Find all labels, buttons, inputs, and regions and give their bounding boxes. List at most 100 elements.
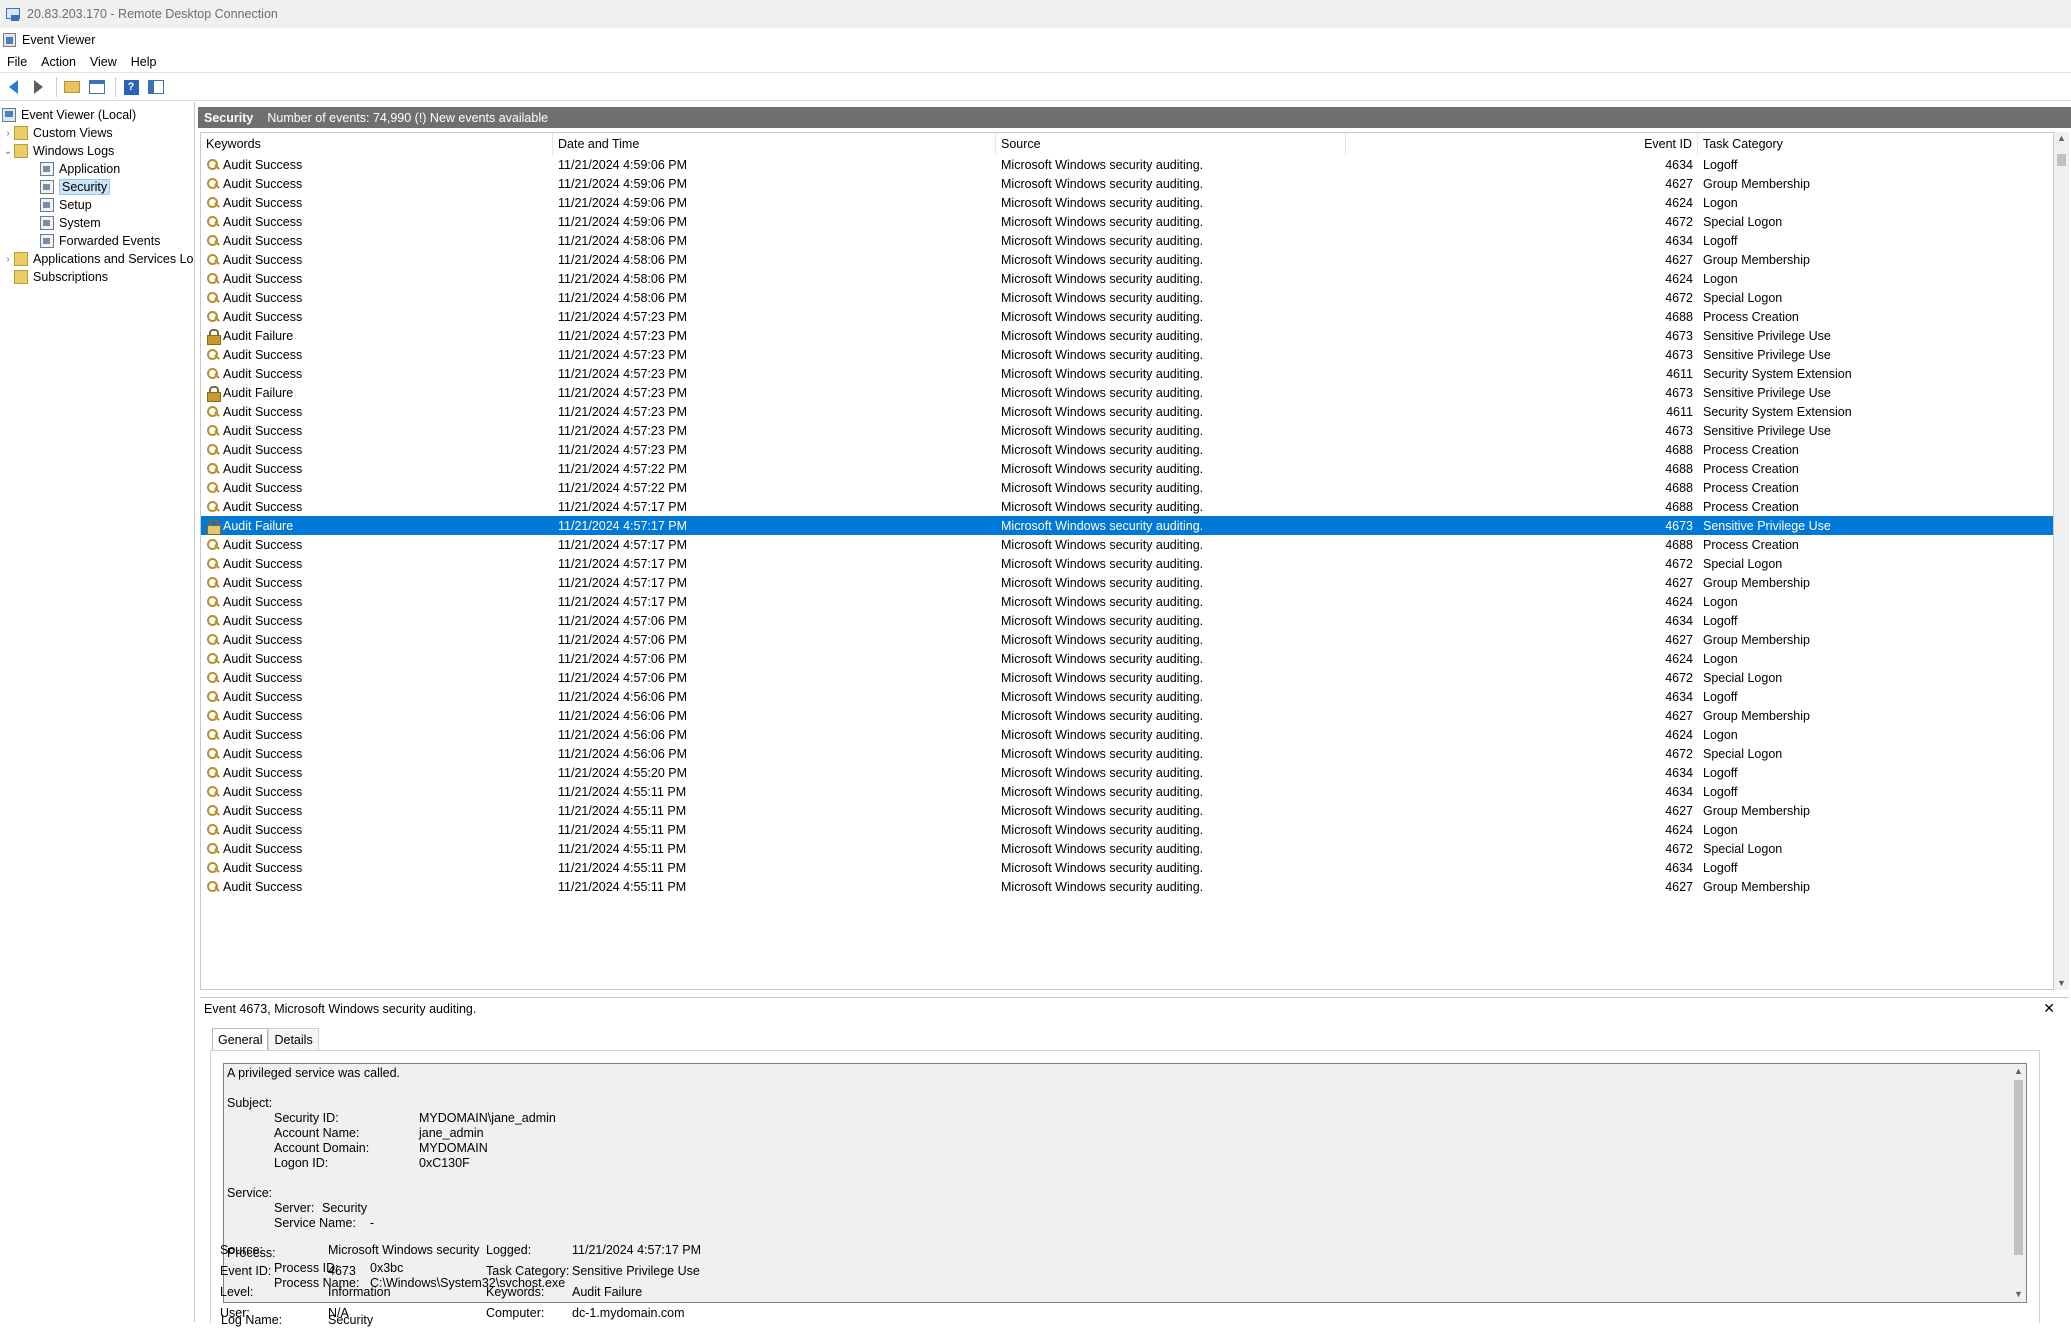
- table-row[interactable]: Audit Success 11/21/2024 4:58:06 PM Micros…: [201, 250, 2053, 269]
- table-row[interactable]: Audit Success 11/21/2024 4:56:06 PM Micros…: [201, 687, 2053, 706]
- menu-action[interactable]: Action: [34, 55, 83, 69]
- table-row[interactable]: Audit Success 11/21/2024 4:57:06 PM Micros…: [201, 649, 2053, 668]
- table-row[interactable]: Audit Success 11/21/2024 4:55:11 PM Micros…: [201, 839, 2053, 858]
- table-row[interactable]: Audit Success 11/21/2024 4:55:11 PM Micros…: [201, 820, 2053, 839]
- tree-item-subscriptions[interactable]: Subscriptions: [14, 268, 108, 286]
- table-row[interactable]: Audit Success 11/21/2024 4:57:17 PM Micros…: [201, 554, 2053, 573]
- table-row[interactable]: Audit Success 11/21/2024 4:55:11 PM Micros…: [201, 858, 2053, 877]
- keyword-cell-text: Audit Success: [223, 423, 303, 438]
- table-row[interactable]: Audit Success 11/21/2024 4:55:20 PM Micros…: [201, 763, 2053, 782]
- table-row[interactable]: Audit Failure 11/21/2024 4:57:23 PM Micros…: [201, 326, 2053, 345]
- scroll-down-icon[interactable]: ▼: [2014, 1289, 2023, 1299]
- task-category-cell-text: Group Membership: [1703, 252, 1810, 267]
- scroll-up-icon[interactable]: ▲: [2057, 133, 2066, 143]
- show-action-pane-button[interactable]: [145, 76, 167, 98]
- task-category-cell-text: Sensitive Privilege Use: [1703, 518, 1831, 533]
- event-id-cell-text: 4672: [1665, 214, 1693, 229]
- forward-button[interactable]: [27, 76, 49, 98]
- column-header-date-time[interactable]: Date and Time: [553, 133, 996, 155]
- column-header-source[interactable]: Source: [996, 133, 1346, 155]
- table-row[interactable]: Audit Success 11/21/2024 4:55:11 PM Micros…: [201, 782, 2053, 801]
- source-cell-text: Microsoft Windows security auditing.: [1001, 252, 1204, 267]
- chevron-down-icon[interactable]: ⌄: [2, 145, 14, 157]
- table-row[interactable]: Audit Success 11/21/2024 4:57:06 PM Micros…: [201, 630, 2053, 649]
- event-id-cell: 4672: [1346, 839, 1693, 858]
- table-row[interactable]: Audit Success 11/21/2024 4:58:06 PM Micros…: [201, 231, 2053, 250]
- table-row[interactable]: Audit Success 11/21/2024 4:59:06 PM Micros…: [201, 193, 2053, 212]
- table-row[interactable]: Audit Success 11/21/2024 4:59:06 PM Micros…: [201, 212, 2053, 231]
- event-id-cell: 4688: [1346, 307, 1693, 326]
- tree-item-security[interactable]: Security: [40, 178, 111, 196]
- table-row[interactable]: Audit Success 11/21/2024 4:57:23 PM Micros…: [201, 421, 2053, 440]
- event-id-cell: 4688: [1346, 497, 1693, 516]
- column-header-task-category[interactable]: Task Category: [1698, 133, 2053, 155]
- key-icon: [206, 310, 220, 324]
- table-row[interactable]: Audit Success 11/21/2024 4:57:06 PM Micros…: [201, 668, 2053, 687]
- table-row[interactable]: Audit Success 11/21/2024 4:57:17 PM Micros…: [201, 497, 2053, 516]
- table-row[interactable]: Audit Success 11/21/2024 4:56:06 PM Micros…: [201, 706, 2053, 725]
- table-row[interactable]: Audit Success 11/21/2024 4:55:11 PM Micros…: [201, 801, 2053, 820]
- scrollbar-thumb[interactable]: [2014, 1080, 2023, 1255]
- tree-item-application[interactable]: Application: [40, 160, 120, 178]
- event-id-cell-text: 4627: [1665, 176, 1693, 191]
- date-time-cell-text: 11/21/2024 4:59:06 PM: [558, 214, 688, 229]
- tree-item-forwarded-events[interactable]: Forwarded Events: [40, 232, 160, 250]
- table-row[interactable]: Audit Success 11/21/2024 4:57:06 PM Micros…: [201, 611, 2053, 630]
- column-header-event-id[interactable]: Event ID: [1346, 133, 1698, 155]
- date-time-cell: 11/21/2024 4:55:11 PM: [558, 877, 996, 896]
- column-header-keywords[interactable]: Keywords: [201, 133, 553, 155]
- level-value: Information: [328, 1285, 391, 1299]
- source-cell: Microsoft Windows security auditing.: [1001, 744, 1346, 763]
- tab-general[interactable]: General: [212, 1028, 269, 1050]
- menu-file[interactable]: File: [0, 55, 34, 69]
- chevron-right-icon[interactable]: ›: [2, 127, 14, 139]
- task-category-cell: Group Membership: [1703, 250, 2053, 269]
- table-row[interactable]: Audit Success 11/21/2024 4:57:23 PM Micros…: [201, 307, 2053, 326]
- tree-item-setup[interactable]: Setup: [40, 196, 92, 214]
- table-row[interactable]: Audit Success 11/21/2024 4:59:06 PM Micros…: [201, 155, 2053, 174]
- table-row[interactable]: Audit Success 11/21/2024 4:57:22 PM Micros…: [201, 459, 2053, 478]
- table-row[interactable]: Audit Success 11/21/2024 4:58:06 PM Micros…: [201, 288, 2053, 307]
- event-table-scrollbar[interactable]: ▲ ▼: [2054, 132, 2069, 990]
- table-row[interactable]: Audit Success 11/21/2024 4:57:17 PM Micros…: [201, 535, 2053, 554]
- tree-item-applications-and-services[interactable]: › Applications and Services Lo: [2, 250, 194, 268]
- open-folder-button[interactable]: [61, 76, 83, 98]
- table-row[interactable]: Audit Success 11/21/2024 4:57:23 PM Micros…: [201, 364, 2053, 383]
- table-row[interactable]: Audit Success 11/21/2024 4:57:17 PM Micros…: [201, 573, 2053, 592]
- keyword-cell-text: Audit Success: [223, 442, 303, 457]
- table-row[interactable]: Audit Success 11/21/2024 4:57:23 PM Micros…: [201, 402, 2053, 421]
- properties-button[interactable]: [86, 76, 108, 98]
- table-row[interactable]: Audit Success 11/21/2024 4:57:22 PM Micros…: [201, 478, 2053, 497]
- tab-details[interactable]: Details: [268, 1028, 319, 1050]
- description-scrollbar[interactable]: ▲ ▼: [2011, 1064, 2026, 1302]
- table-row[interactable]: Audit Failure 11/21/2024 4:57:17 PM Micros…: [201, 516, 2053, 535]
- scroll-up-icon[interactable]: ▲: [2014, 1066, 2023, 1076]
- table-row[interactable]: Audit Success 11/21/2024 4:56:06 PM Micros…: [201, 725, 2053, 744]
- table-row[interactable]: Audit Success 11/21/2024 4:57:23 PM Micros…: [201, 345, 2053, 364]
- tree-item-custom-views[interactable]: › Custom Views: [2, 124, 113, 142]
- menu-view[interactable]: View: [83, 55, 124, 69]
- table-row[interactable]: Audit Failure 11/21/2024 4:57:23 PM Micros…: [201, 383, 2053, 402]
- event-id-cell: 4673: [1346, 383, 1693, 402]
- menu-help[interactable]: Help: [124, 55, 164, 69]
- table-row[interactable]: Audit Success 11/21/2024 4:57:23 PM Micros…: [201, 440, 2053, 459]
- scroll-down-icon[interactable]: ▼: [2057, 978, 2066, 988]
- scrollbar-thumb[interactable]: [2057, 154, 2066, 166]
- help-button[interactable]: ?: [120, 76, 142, 98]
- date-time-cell: 11/21/2024 4:57:06 PM: [558, 649, 996, 668]
- close-icon[interactable]: ✕: [2043, 1000, 2055, 1017]
- back-button[interactable]: [2, 76, 24, 98]
- key-icon: [206, 842, 220, 856]
- table-row[interactable]: Audit Success 11/21/2024 4:56:06 PM Micros…: [201, 744, 2053, 763]
- table-row[interactable]: Audit Success 11/21/2024 4:58:06 PM Micros…: [201, 269, 2053, 288]
- date-time-cell: 11/21/2024 4:58:06 PM: [558, 231, 996, 250]
- tree-item-event-viewer-local[interactable]: Event Viewer (Local): [2, 106, 136, 124]
- server-value: Security: [322, 1201, 368, 1215]
- log-icon: [40, 234, 54, 248]
- table-row[interactable]: Audit Success 11/21/2024 4:55:11 PM Micros…: [201, 877, 2053, 896]
- table-row[interactable]: Audit Success 11/21/2024 4:57:17 PM Micros…: [201, 592, 2053, 611]
- tree-item-system[interactable]: System: [40, 214, 101, 232]
- chevron-right-icon[interactable]: ›: [2, 253, 14, 265]
- tree-item-windows-logs[interactable]: ⌄ Windows Logs: [2, 142, 114, 160]
- table-row[interactable]: Audit Success 11/21/2024 4:59:06 PM Micros…: [201, 174, 2053, 193]
